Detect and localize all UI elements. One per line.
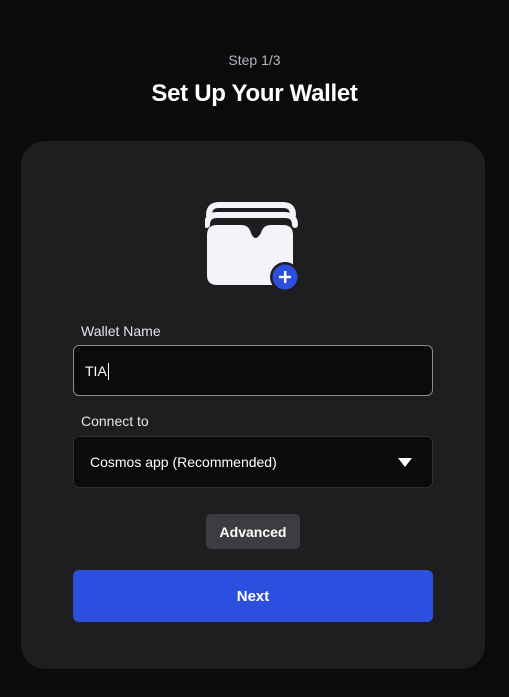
text-caret [108, 363, 109, 380]
page-title: Set Up Your Wallet [151, 80, 358, 107]
wallet-setup-card: Wallet Name Connect to Cosmos app (Recom… [21, 141, 485, 669]
wallet-name-label: Wallet Name [81, 323, 161, 339]
wallet-add-icon [205, 202, 300, 292]
next-button[interactable]: Next [73, 570, 433, 622]
connect-to-select[interactable]: Cosmos app (Recommended) [73, 436, 433, 488]
wallet-name-field[interactable] [73, 345, 433, 396]
advanced-button[interactable]: Advanced [206, 514, 300, 549]
step-indicator: Step 1/3 [228, 52, 281, 68]
connect-to-label: Connect to [81, 413, 149, 429]
connect-to-value: Cosmos app (Recommended) [90, 454, 277, 470]
chevron-down-icon [398, 458, 412, 467]
wallet-name-input[interactable] [74, 346, 432, 395]
setup-wallet-page: Step 1/3 Set Up Your Wallet Wallet Name … [0, 0, 509, 697]
